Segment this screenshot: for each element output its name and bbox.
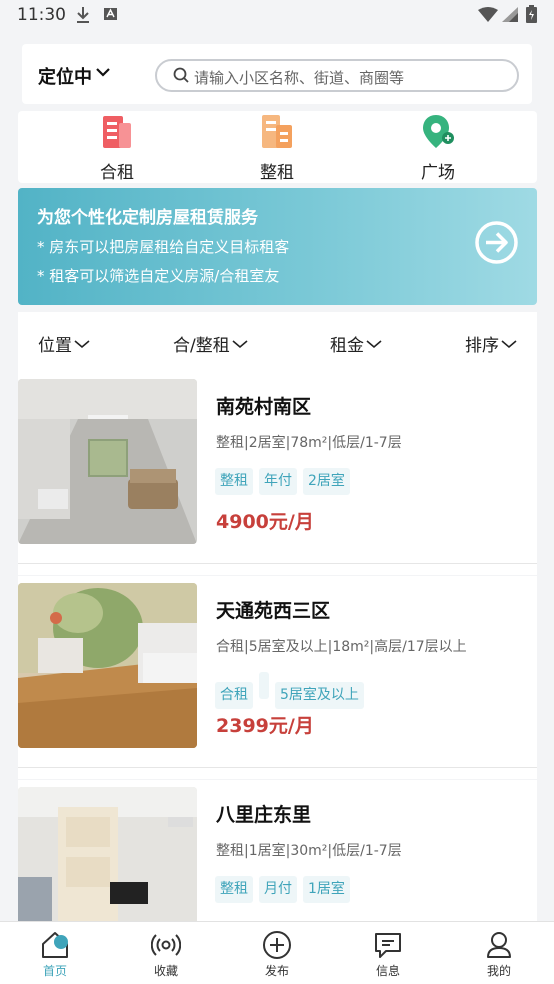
search-card: 定位中 请输入小区名称、街道、商圈等 [22,44,532,104]
listing-tag: 年付 [259,468,297,495]
filter-label: 位置 [38,336,72,356]
chevron-down-icon [366,340,382,349]
filter-label: 合/整租 [173,336,230,356]
banner-title: 为您个性化定制房屋租赁服务 [37,208,258,228]
message-icon [375,933,401,958]
search-placeholder: 请输入小区名称、街道、商圈等 [194,69,405,87]
search-icon [173,67,189,83]
filter-sort[interactable]: 排序 [465,331,517,356]
divider [18,767,537,768]
chevron-down-icon [501,340,517,349]
tab-label: 发布 [264,964,289,978]
tab-label: 收藏 [153,964,178,978]
tab-messages[interactable]: 信息 [333,922,443,984]
listing-price: 2399元/月 [216,715,314,737]
filter-rent-type[interactable]: 合/整租 [173,331,248,356]
listing-tag: 月付 [259,876,297,903]
category-card: 合租 整租 广场 [18,111,537,183]
search-input[interactable]: 请输入小区名称、街道、商圈等 [155,59,519,92]
listing-tag: 整租 [215,468,253,495]
location-selector[interactable]: 定位中 [38,63,92,89]
tab-label: 首页 [42,964,67,978]
listing-price: 4900元/月 [216,511,314,533]
filter-location[interactable]: 位置 [38,331,90,356]
listing-tags: 合租 5居室及以上 [215,672,370,709]
tab-label: 我的 [486,964,511,978]
listing-card[interactable]: 天通苑西三区 合租|5居室及以上|18m²|高层/17层以上 合租 5居室及以上 … [18,576,537,779]
category-whole-rent[interactable]: 整租 [227,111,327,183]
chevron-down-icon[interactable] [95,66,111,78]
listing-tags: 整租 年付 2居室 [215,468,356,495]
battery-icon [526,5,537,23]
listing-tag: 2居室 [303,468,350,495]
listing-specs: 整租|1居室|30m²|低层/1-7层 [216,843,402,859]
home-icon [42,932,68,958]
tab-profile[interactable]: 我的 [444,922,554,984]
divider [18,563,537,564]
listing-tag: 1居室 [303,876,350,903]
status-bar: 11:30 [0,0,554,32]
tab-label: 信息 [375,964,400,978]
banner-line: * 租客可以筛选自定义房源/合租室友 [37,267,280,285]
listing-title: 八里庄东里 [216,804,312,826]
promo-banner[interactable]: 为您个性化定制房屋租赁服务 * 房东可以把房屋租给自定义目标租客 * 租客可以筛… [18,188,537,305]
bottom-tab-bar: 首页 收藏 发布 信息 我的 [0,921,554,984]
tab-home[interactable]: 首页 [0,922,110,984]
listing-tag [259,672,269,699]
category-plaza[interactable]: 广场 [388,111,488,183]
shared-rent-icon [103,116,131,148]
tab-favorites[interactable]: 收藏 [111,922,221,984]
signal-icon [502,7,518,22]
filter-label: 排序 [465,336,499,356]
broadcast-icon [151,934,181,956]
listing-specs: 整租|2居室|78m²|低层/1-7层 [216,435,402,451]
profile-icon [487,932,511,958]
listing-tag: 合租 [215,682,253,709]
listing-photo [18,583,197,748]
listing-title: 天通苑西三区 [216,600,331,622]
category-label: 合租 [100,163,134,183]
chevron-down-icon [232,340,248,349]
chevron-down-icon [74,340,90,349]
add-circle-icon [263,931,291,959]
filter-bar: 位置 合/整租 租金 排序 [18,312,537,372]
status-time: 11:30 [17,5,66,25]
listing-photo [18,379,197,544]
listing-card[interactable]: 南苑村南区 整租|2居室|78m²|低层/1-7层 整租 年付 2居室 4900元/… [18,372,537,575]
filter-label: 租金 [330,336,364,356]
filter-price[interactable]: 租金 [330,331,382,356]
category-label: 广场 [421,163,455,183]
listing-tag: 5居室及以上 [275,682,364,709]
download-icon [77,7,89,23]
listing-specs: 合租|5居室及以上|18m²|高层/17层以上 [216,639,467,655]
whole-rent-icon [262,115,292,148]
category-label: 整租 [260,163,294,183]
listing-title: 南苑村南区 [216,396,312,418]
wifi-icon [478,7,498,22]
keyboard-icon [104,8,117,20]
listing-tags: 整租 月付 1居室 [215,876,356,903]
location-pin-icon [423,115,454,148]
category-shared-rent[interactable]: 合租 [67,111,167,183]
listing-tag: 整租 [215,876,253,903]
arrow-right-circle-icon[interactable] [474,220,519,265]
banner-line: * 房东可以把房屋租给自定义目标租客 [37,238,290,256]
tab-publish[interactable]: 发布 [222,922,332,984]
